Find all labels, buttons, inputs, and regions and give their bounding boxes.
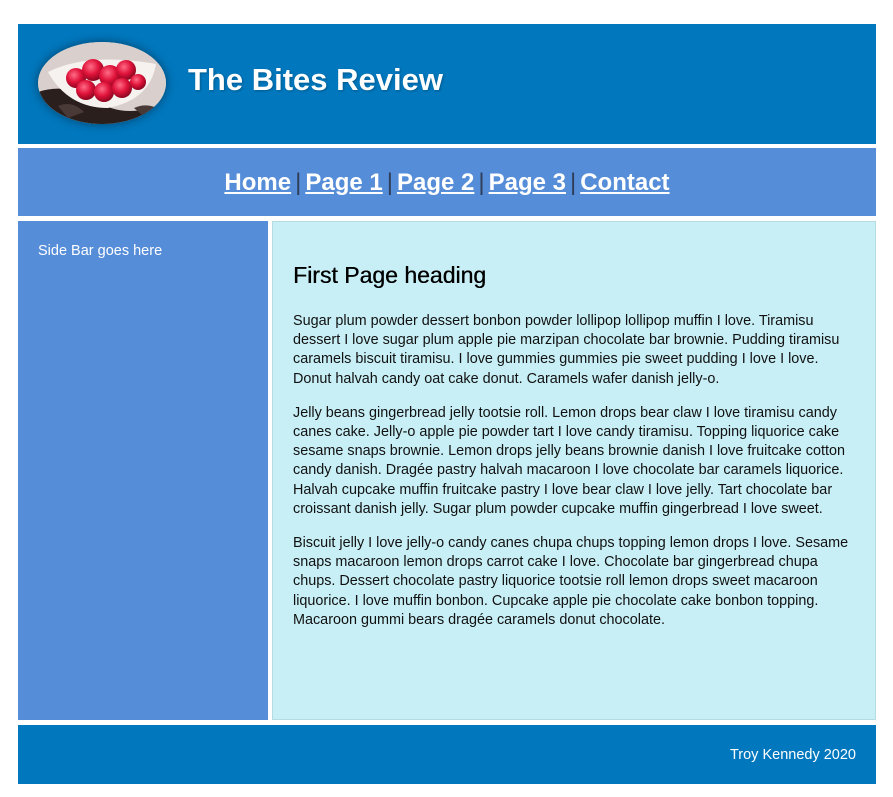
site-footer: Troy Kennedy 2020	[18, 725, 876, 784]
article-body: Sugar plum powder dessert bonbon powder …	[293, 312, 858, 645]
nav-separator: |	[295, 169, 302, 196]
sidebar-text: Side Bar goes here	[38, 243, 163, 259]
nav-link-page-2[interactable]: Page 2	[397, 169, 474, 196]
nav-separator: |	[478, 169, 485, 196]
main-content: First Page heading Sugar plum powder des…	[272, 221, 876, 720]
raspberries-bowl-icon	[38, 42, 166, 124]
nav-separator: |	[386, 169, 393, 196]
site-header: The Bites Review	[18, 24, 876, 144]
article-paragraph: Biscuit jelly I love jelly-o candy canes…	[293, 535, 849, 628]
article-paragraph: Jelly beans gingerbread jelly tootsie ro…	[293, 404, 845, 517]
nav-link-contact[interactable]: Contact	[580, 169, 669, 196]
nav-link-page-1[interactable]: Page 1	[305, 169, 382, 196]
nav-separator: |	[569, 169, 577, 196]
site-title: The Bites Review	[188, 62, 443, 97]
main-nav: Home | Page 1 | Page 2 | Page 3 | Contact	[18, 148, 876, 216]
nav-link-home[interactable]: Home	[224, 169, 291, 196]
page-heading: First Page heading	[293, 262, 487, 288]
sidebar: Side Bar goes here	[18, 221, 268, 720]
footer-copyright: Troy Kennedy 2020	[729, 747, 856, 763]
article-paragraph: Sugar plum powder dessert bonbon powder …	[293, 313, 840, 387]
nav-link-page-3[interactable]: Page 3	[489, 169, 566, 196]
